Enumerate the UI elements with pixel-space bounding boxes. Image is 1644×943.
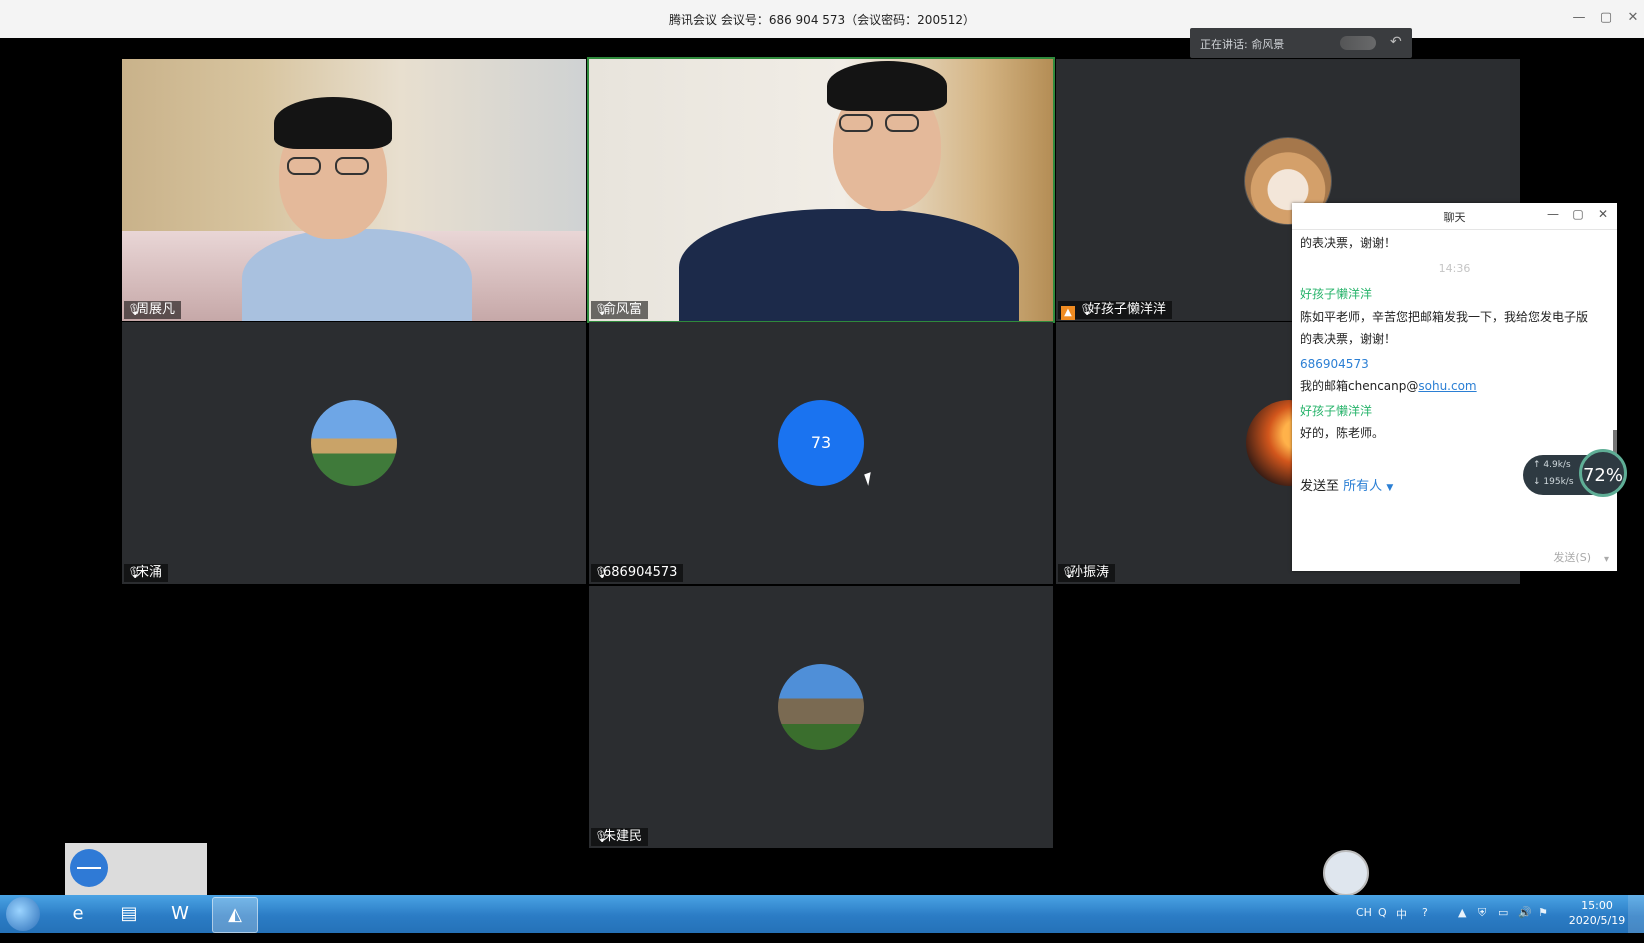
screen-bottom-strip <box>0 933 1644 943</box>
chat-messages[interactable]: 的表决票，谢谢！ 14:36 好孩子懒洋洋 陈如平老师，辛苦您把邮箱发我一下，我… <box>1292 230 1617 475</box>
shield-icon[interactable]: ⛨ <box>1478 906 1486 920</box>
video-feed <box>122 59 586 321</box>
avatar-number: 73 <box>778 400 864 486</box>
participant-name-tag: 🎙宋涌 <box>124 564 169 582</box>
system-clock[interactable]: 15:00 2020/5/19 <box>1557 898 1637 928</box>
message-timestamp: 14:36 <box>1438 262 1471 275</box>
send-options-chevron-icon[interactable]: ▾ <box>1604 554 1609 565</box>
close-icon[interactable]: ✕ <box>1624 9 1642 27</box>
video-tile-7[interactable]: 🎙朱建民 <box>589 586 1053 848</box>
floating-avatar-icon[interactable] <box>1323 850 1369 896</box>
chat-close-icon[interactable]: ✕ <box>1595 207 1611 221</box>
return-icon[interactable]: ↶ <box>1390 34 1402 50</box>
participant-name-tag: 🎙朱建民 <box>591 828 649 846</box>
person-shirt <box>679 209 1019 321</box>
file-explorer-icon[interactable]: ▤ <box>107 897 151 931</box>
participant-name-tag: 🎙孙振涛 <box>1058 564 1116 582</box>
download-speed: ↓ 195k/s <box>1533 477 1574 487</box>
upload-speed: ↑ 4.9k/s <box>1533 460 1571 470</box>
message-text: 的表决票，谢谢！ <box>1300 236 1397 250</box>
network-icon[interactable]: ▭ <box>1498 906 1508 919</box>
chat-minimize-icon[interactable]: — <box>1545 207 1561 221</box>
host-icon: ▲ <box>1061 306 1075 320</box>
video-tile-4[interactable]: 🎙宋涌 <box>122 322 586 584</box>
send-button[interactable]: 发送(S) <box>1553 549 1591 565</box>
send-to-target[interactable]: 所有人 <box>1343 479 1382 494</box>
microphone-muted-icon: 🎙 <box>127 566 141 579</box>
tray-qq-icon[interactable]: Q <box>1378 906 1387 919</box>
person-shirt <box>242 229 472 321</box>
minimize-icon[interactable]: — <box>1570 9 1588 27</box>
maximize-icon[interactable]: ▢ <box>1597 9 1615 27</box>
window-title: 腾讯会议 会议号：686 904 573（会议密码：200512） <box>669 13 975 27</box>
glasses-icon <box>287 157 321 175</box>
microphone-icon: 🎙 <box>1079 303 1093 316</box>
tray-expand-icon[interactable]: ▲ <box>1458 906 1466 919</box>
taskbar: e ▤ W ◭ CH Q 中 ? ▲ ⛨ ▭ 🔊 ⚑ 15:00 2020/5/… <box>0 895 1644 933</box>
participant-name-tag: 🎙周展凡 <box>124 301 182 319</box>
message-text: 好的，陈老师。 <box>1300 426 1385 440</box>
message-text: 的表决票，谢谢！ <box>1300 332 1397 346</box>
flag-icon[interactable]: ⚑ <box>1538 906 1548 919</box>
start-orb-icon[interactable] <box>6 897 40 931</box>
tray-ime[interactable]: 中 <box>1396 906 1407 922</box>
cpu-usage-ring: 72% <box>1579 449 1627 497</box>
video-tile-1[interactable]: 🎙周展凡 <box>122 59 586 321</box>
microphone-icon: 🎙 <box>1061 566 1075 579</box>
microphone-icon: 🎙 <box>594 566 608 579</box>
message-sender: 686904573 <box>1300 357 1369 371</box>
tray-lang[interactable]: CH <box>1356 906 1372 919</box>
help-icon[interactable]: ? <box>1422 906 1428 919</box>
microphone-icon: 🎙 <box>594 830 608 843</box>
glasses-icon <box>839 114 873 132</box>
microphone-icon: 🎙 <box>594 303 608 316</box>
chat-maximize-icon[interactable]: ▢ <box>1570 207 1586 221</box>
audio-level-icon <box>1340 36 1376 50</box>
person-hair <box>827 61 947 111</box>
network-status-widget[interactable]: ↑ 4.9k/s ↓ 195k/s 72% <box>1523 449 1627 497</box>
tencent-meeting-icon[interactable]: ◭ <box>212 897 258 933</box>
glasses-icon <box>885 114 919 132</box>
email-link[interactable]: sohu.com <box>1418 379 1476 393</box>
speaking-label: 正在讲话: 俞风景 <box>1200 38 1285 51</box>
participant-name-tag: ▲ 🎙好孩子懒洋洋 <box>1058 301 1173 320</box>
chat-header: 聊天 — ▢ ✕ <box>1292 203 1617 230</box>
video-tile-5[interactable]: 73 🎙686904573 <box>589 322 1053 584</box>
chat-title: 聊天 <box>1443 211 1466 224</box>
microphone-icon: 🎙 <box>127 303 141 316</box>
chat-window[interactable]: 聊天 — ▢ ✕ 的表决票，谢谢！ 14:36 好孩子懒洋洋 陈如平老师，辛苦您… <box>1292 203 1617 571</box>
message-sender: 好孩子懒洋洋 <box>1300 404 1373 418</box>
volume-icon[interactable]: 🔊 <box>1518 906 1532 919</box>
word-icon[interactable]: W <box>158 897 202 931</box>
person-hair <box>274 97 392 149</box>
show-desktop-button[interactable] <box>1628 895 1644 933</box>
video-feed <box>589 59 1053 321</box>
self-view-preview[interactable] <box>65 843 207 895</box>
meeting-logo-icon <box>70 849 108 887</box>
glasses-icon <box>335 157 369 175</box>
participant-name-tag: 🎙686904573 <box>591 564 684 582</box>
message-text: 我的邮箱chencanp@sohu.com <box>1300 379 1477 393</box>
avatar-pagoda <box>778 664 864 750</box>
internet-explorer-icon[interactable]: e <box>56 897 100 931</box>
speaking-indicator[interactable]: 正在讲话: 俞风景 ↶ <box>1190 28 1412 58</box>
send-to-selector[interactable]: 发送至 所有人 ▼ <box>1300 475 1393 494</box>
avatar-temple <box>311 400 397 486</box>
participant-name-tag: 🎙俞风富 <box>591 301 649 319</box>
message-sender: 好孩子懒洋洋 <box>1300 287 1373 301</box>
video-tile-2[interactable]: 🎙俞风富 <box>587 57 1055 323</box>
chevron-down-icon[interactable]: ▼ <box>1386 483 1393 493</box>
message-text: 陈如平老师，辛苦您把邮箱发我一下，我给您发电子版 <box>1300 310 1589 324</box>
